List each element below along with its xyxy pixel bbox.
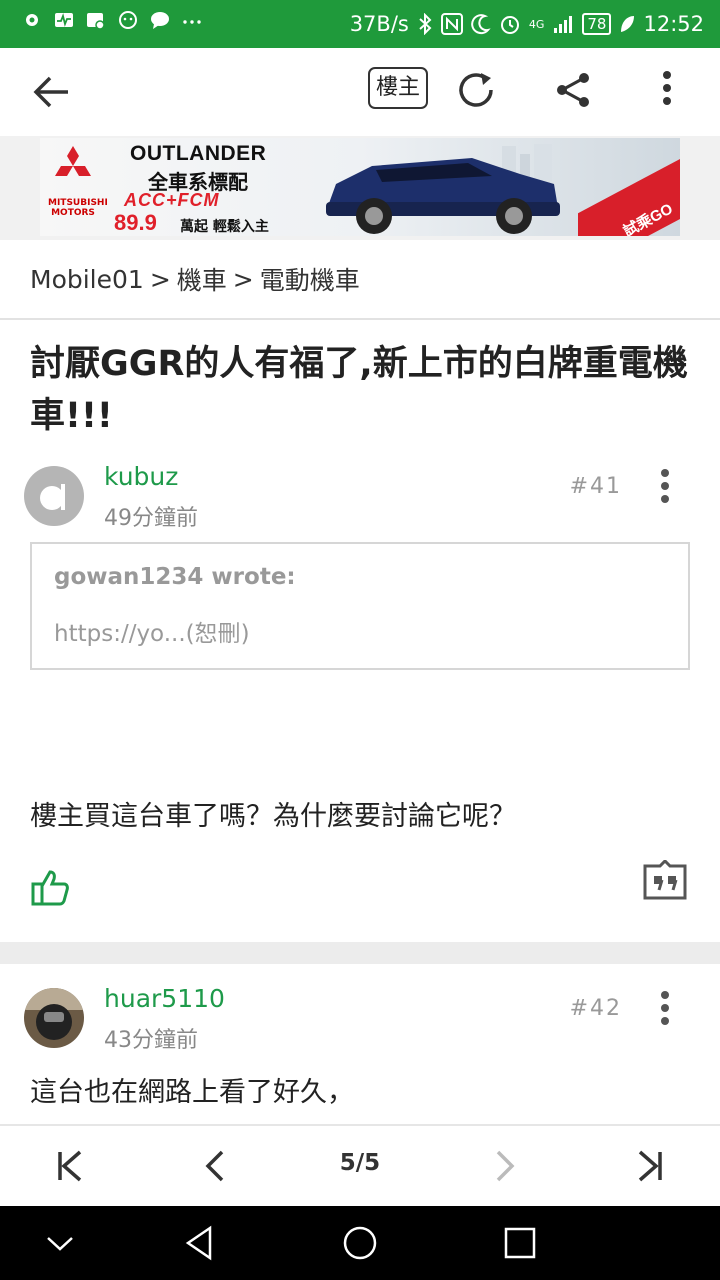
mitsubishi-logo-icon: [55, 146, 91, 176]
page-indicator[interactable]: 5/5: [300, 1150, 420, 1176]
nfc-icon: [440, 13, 463, 35]
more-notifications-icon: [183, 20, 201, 24]
last-page-icon[interactable]: [630, 1146, 670, 1186]
bluetooth-icon: [419, 13, 432, 35]
post-body: 樓主買這台車了嗎？為什麼要討論它呢？: [30, 801, 516, 832]
post-time: 43分鐘前: [104, 1028, 198, 1053]
ad-headline: OUTLANDER: [130, 142, 267, 165]
suv-car-image: [326, 144, 560, 234]
breadcrumb-item-mobile01[interactable]: Mobile01: [30, 265, 144, 294]
post-author[interactable]: huar5110: [104, 984, 225, 1013]
back-arrow-icon[interactable]: [30, 70, 74, 114]
breadcrumb-separator: >: [149, 264, 171, 294]
breadcrumb-item-motorcycle[interactable]: 機車: [177, 261, 227, 297]
system-nav-bar: [0, 1206, 720, 1280]
avatar[interactable]: [24, 466, 84, 526]
gear-icon: [26, 14, 38, 26]
back-triangle-icon[interactable]: [180, 1223, 220, 1263]
post-floor-number: #41: [569, 474, 622, 499]
refresh-icon[interactable]: [455, 69, 497, 111]
breadcrumb-item-electric-motorcycle[interactable]: 電動機車: [260, 261, 360, 297]
net-speed: 37B/s: [349, 12, 409, 36]
recent-apps-square-icon[interactable]: [500, 1223, 540, 1263]
thumbs-up-icon[interactable]: [30, 866, 72, 908]
post-divider: [0, 942, 720, 964]
next-page-icon[interactable]: [484, 1146, 524, 1186]
post-more-icon[interactable]: [652, 988, 678, 1028]
clock: 12:52: [643, 12, 704, 36]
ad-tag: ACC+FCM: [124, 190, 220, 210]
breadcrumb: Mobile01 > 機車 > 電動機車: [0, 240, 720, 320]
post-42: huar5110 43分鐘前 #42 這台也在網路上看了好久，: [0, 978, 720, 1124]
first-page-icon[interactable]: [50, 1146, 90, 1186]
ad-price-sub: 萬起 輕鬆入主: [180, 219, 269, 235]
op-only-button[interactable]: 樓主: [368, 67, 428, 109]
post-floor-number: #42: [569, 996, 622, 1021]
thread-title: 討厭GGR的人有福了,新上市的白牌重電機車!!!: [30, 344, 688, 436]
post-more-icon[interactable]: [652, 466, 678, 506]
post-time: 49分鐘前: [104, 506, 198, 531]
battery-level: 78: [582, 13, 612, 35]
face-icon: [119, 11, 137, 29]
pulse-icon: [55, 13, 73, 27]
leaf-icon: [621, 16, 635, 32]
post-body: 這台也在網路上看了好久，: [30, 1077, 354, 1108]
share-icon[interactable]: [552, 69, 594, 111]
app-bar: 樓主: [0, 48, 720, 136]
notification-icons: [22, 10, 202, 30]
system-status: 37B/s 4G 78 12:52: [350, 0, 704, 48]
pagination-bar: 5/5: [0, 1124, 720, 1206]
gallery-icon: [87, 13, 105, 30]
more-options-icon[interactable]: [650, 69, 684, 111]
ad-banner-area: MITSUBISHI MOTORS OUTLANDER 全車系標配 ACC+FC…: [0, 136, 720, 240]
quote-reply-icon[interactable]: [642, 860, 688, 902]
status-bar: 37B/s 4G 78 12:52: [0, 0, 720, 48]
network-type: 4G: [528, 17, 545, 31]
quote-author: gowan1234 wrote:: [54, 564, 296, 590]
signal-icon: [554, 16, 573, 33]
previous-page-icon[interactable]: [196, 1146, 236, 1186]
quote-text[interactable]: https://yo...(恕刪): [54, 614, 250, 648]
chevron-down-icon[interactable]: [40, 1223, 80, 1263]
avatar[interactable]: [24, 988, 84, 1048]
post-41: kubuz 49分鐘前 #41 gowan1234 wrote: https:/…: [0, 456, 720, 942]
post-author[interactable]: kubuz: [104, 462, 178, 491]
moon-icon: [471, 14, 491, 35]
ad-banner[interactable]: MITSUBISHI MOTORS OUTLANDER 全車系標配 ACC+FC…: [40, 138, 680, 236]
chat-icon: [151, 12, 169, 29]
quote-block: gowan1234 wrote: https://yo...(恕刪): [30, 542, 690, 670]
home-circle-icon[interactable]: [340, 1223, 380, 1263]
brand-text: MITSUBISHI MOTORS: [48, 198, 108, 218]
breadcrumb-separator: >: [232, 264, 254, 294]
ad-price: 89.9: [114, 210, 157, 235]
alarm-icon: [500, 16, 519, 34]
